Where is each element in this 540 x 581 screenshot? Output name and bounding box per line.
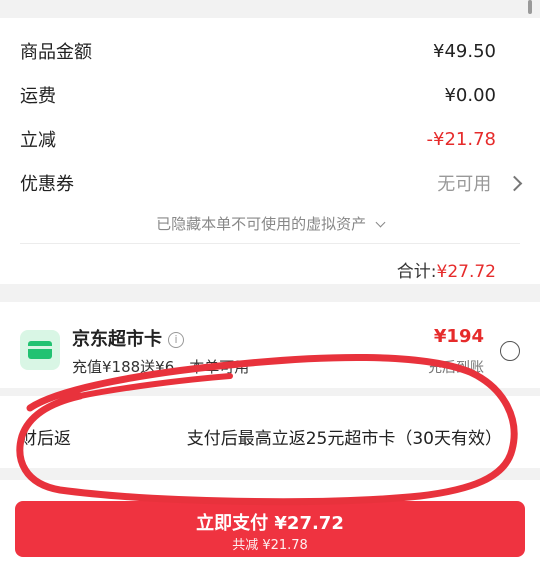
coupon-label: 优惠券 bbox=[20, 174, 74, 195]
divider bbox=[20, 243, 520, 244]
hidden-assets-note: 已隐藏本单不可使用的虚拟资产 bbox=[156, 215, 367, 233]
coupon-value: 无可用 bbox=[437, 174, 492, 195]
info-icon[interactable]: i bbox=[168, 332, 184, 348]
pay-now-button[interactable]: 立即支付 ¥27.72 共减 ¥21.78 bbox=[15, 501, 525, 557]
total-label: 合计: bbox=[396, 262, 437, 282]
order-summary-page: 商品金额 ¥49.50 运费 ¥0.00 立减 -¥21.78 优惠券 无可用 … bbox=[0, 0, 540, 581]
chevron-down-icon bbox=[375, 217, 386, 228]
chevron-right-icon bbox=[506, 175, 523, 192]
supermarket-card-title: 京东超市卡 bbox=[72, 329, 162, 350]
row-goods-amount: 商品金额 ¥49.50 bbox=[20, 31, 496, 71]
coupon-value-wrap: 无可用 bbox=[437, 170, 523, 196]
pay-now-label: 立即支付 ¥27.72 bbox=[196, 513, 344, 534]
supermarket-card-radio[interactable] bbox=[500, 341, 520, 361]
goods-amount-value: ¥49.50 bbox=[433, 40, 496, 62]
row-shipping: 运费 ¥0.00 bbox=[20, 75, 496, 115]
row-coupon[interactable]: 优惠券 无可用 bbox=[20, 163, 523, 203]
shipping-value: ¥0.00 bbox=[444, 84, 496, 106]
rebate-text: 支付后最高立返25元超市卡（30天有效） bbox=[186, 429, 502, 449]
shipping-label: 运费 bbox=[20, 86, 56, 107]
goods-amount-label: 商品金额 bbox=[20, 42, 92, 63]
total-value: ¥27.72 bbox=[436, 262, 496, 282]
instant-discount-value: -¥21.78 bbox=[426, 128, 496, 150]
supermarket-card-recharge-note: 充后到账 bbox=[428, 360, 484, 376]
instant-discount-label: 立减 bbox=[20, 130, 56, 151]
row-instant-discount: 立减 -¥21.78 bbox=[20, 119, 496, 159]
supermarket-card-title-wrap: 京东超市卡 i bbox=[72, 325, 184, 351]
order-total: 合计:¥27.72 bbox=[397, 257, 496, 282]
price-summary-card: 商品金额 ¥49.50 运费 ¥0.00 立减 -¥21.78 优惠券 无可用 bbox=[0, 18, 540, 284]
supermarket-card-icon bbox=[20, 330, 60, 370]
scrollbar-handle[interactable] bbox=[528, 0, 532, 14]
pay-savings-label: 共减 ¥21.78 bbox=[232, 538, 308, 553]
rebate-label: 财后返 bbox=[20, 429, 71, 449]
supermarket-card-price: ¥194 bbox=[433, 326, 484, 347]
supermarket-card-subtitle: 充值¥188送¥6，本单可用 bbox=[72, 358, 250, 376]
hidden-assets-toggle[interactable]: 已隐藏本单不可使用的虚拟资产 bbox=[0, 213, 540, 234]
